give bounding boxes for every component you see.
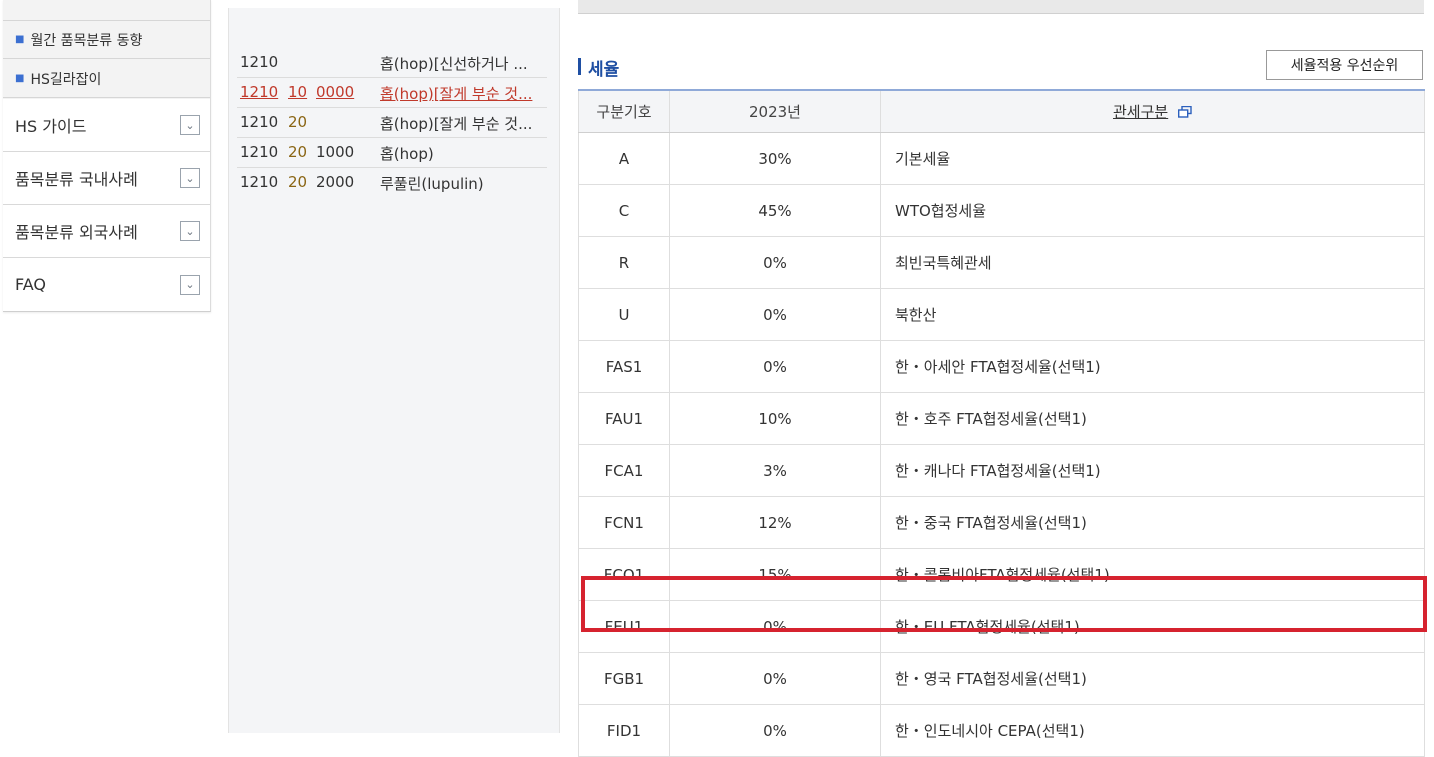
hs-list-item[interactable]: 1210 20 홉(hop)[잘게 부순 것... [237, 108, 547, 138]
sidebar-section-label: HS 가이드 [15, 117, 87, 136]
hs-code-sub: 20 [288, 113, 308, 131]
right-panel-top-bar [578, 0, 1424, 14]
sidebar-section-label: 품목분류 국내사례 [15, 170, 138, 189]
rate-value: 3% [669, 444, 881, 497]
hs-item-description: 홉(hop)[잘게 부순 것... [380, 85, 533, 103]
left-sidebar: ■ 월간 품목분류 동향 ■ HS길라잡이 HS 가이드 ⌄ 품목분류 국내사례… [3, 0, 211, 312]
hs-item-description: 루풀린(lupulin) [380, 175, 484, 193]
rate-value: 0% [669, 236, 881, 289]
rate-code: A [578, 132, 670, 185]
hs-code-detail: 2000 [316, 173, 355, 191]
rate-value: 45% [669, 184, 881, 237]
hs-item-description: 홉(hop)[신선하거나 ... [380, 55, 528, 73]
rate-value: 10% [669, 392, 881, 445]
table-row: FAU1 10% 한・호주 FTA협정세율(선택1) [578, 392, 1425, 445]
rate-description: 기본세율 [880, 132, 1425, 185]
table-row: U 0% 북한산 [578, 288, 1425, 341]
sidebar-section-label: FAQ [15, 275, 46, 294]
hs-code-heading: 1210 [240, 53, 279, 71]
sidebar-section-domestic-cases[interactable]: 품목분류 국내사례 ⌄ [3, 152, 210, 205]
rate-code: FAU1 [578, 392, 670, 445]
rate-description: 한・영국 FTA협정세율(선택1) [880, 652, 1425, 705]
table-row: FAS1 0% 한・아세안 FTA협정세율(선택1) [578, 340, 1425, 393]
table-row: R 0% 최빈국특혜관세 [578, 236, 1425, 289]
popup-window-icon[interactable] [1177, 104, 1192, 122]
rate-description: 최빈국특혜관세 [880, 236, 1425, 289]
sidebar-item-label: 월간 품목분류 동향 [30, 32, 143, 49]
sidebar-item-hs-guide-path[interactable]: ■ HS길라잡이 [3, 60, 210, 98]
rate-value: 30% [669, 132, 881, 185]
rate-code: FID1 [578, 704, 670, 757]
hs-code-sub: 20 [288, 173, 308, 191]
hs-list-item-active[interactable]: 1210 10 0000 홉(hop)[잘게 부순 것... [237, 78, 547, 108]
sidebar-section-hs-guide[interactable]: HS 가이드 ⌄ [3, 99, 210, 152]
sidebar-item-monthly-trend[interactable]: ■ 월간 품목분류 동향 [3, 21, 210, 59]
sidebar-section-label: 품목분류 외국사례 [15, 223, 138, 242]
rate-value: 0% [669, 288, 881, 341]
rate-code: FAS1 [578, 340, 670, 393]
rate-description: 한・캐나다 FTA협정세율(선택1) [880, 444, 1425, 497]
column-header-type[interactable]: 관세구분 [880, 90, 1425, 133]
hs-code-heading: 1210 [240, 83, 279, 101]
highlight-box [581, 576, 1427, 632]
rate-priority-button[interactable]: 세율적용 우선순위 [1266, 50, 1423, 80]
chevron-down-icon[interactable]: ⌄ [180, 221, 200, 241]
rate-code: R [578, 236, 670, 289]
rate-code: FCA1 [578, 444, 670, 497]
bullet-icon: ■ [15, 73, 25, 84]
rate-code: FCN1 [578, 496, 670, 549]
rate-code: C [578, 184, 670, 237]
chevron-down-icon[interactable]: ⌄ [180, 115, 200, 135]
table-header-row: 구분기호 2023년 관세구분 [578, 90, 1425, 133]
table-row: FGB1 0% 한・영국 FTA협정세율(선택1) [578, 652, 1425, 705]
rate-value: 0% [669, 704, 881, 757]
hs-code-detail: 1000 [316, 143, 355, 161]
rate-description: 한・호주 FTA협정세율(선택1) [880, 392, 1425, 445]
hs-code-detail: 0000 [316, 83, 355, 101]
rate-value: 12% [669, 496, 881, 549]
rate-description: 한・아세안 FTA협정세율(선택1) [880, 340, 1425, 393]
tariff-type-link[interactable]: 관세구분 [1113, 103, 1168, 121]
hs-list-item[interactable]: 1210 20 1000 홉(hop) [237, 138, 547, 168]
table-row: FID1 0% 한・인도네시아 CEPA(선택1) [578, 704, 1425, 757]
rate-code: U [578, 288, 670, 341]
column-header-code: 구분기호 [578, 90, 670, 133]
table-row: FCA1 3% 한・캐나다 FTA협정세율(선택1) [578, 444, 1425, 497]
chevron-down-icon[interactable]: ⌄ [180, 274, 200, 295]
rate-value: 0% [669, 652, 881, 705]
hs-code-sub: 20 [288, 143, 308, 161]
rate-description: 한・인도네시아 CEPA(선택1) [880, 704, 1425, 757]
sidebar-item-label: HS길라잡이 [30, 71, 102, 88]
rate-description: WTO협정세율 [880, 184, 1425, 237]
hs-code-heading: 1210 [240, 143, 279, 161]
rate-code: FGB1 [578, 652, 670, 705]
hs-item-description: 홉(hop) [380, 145, 434, 163]
table-row: C 45% WTO협정세율 [578, 184, 1425, 237]
chevron-down-icon[interactable]: ⌄ [180, 168, 200, 188]
tariff-rate-table: 구분기호 2023년 관세구분 A 30% 기본세율 C 45% WTO협정세율 [578, 89, 1425, 757]
column-header-year: 2023년 [669, 90, 881, 133]
rate-value: 0% [669, 340, 881, 393]
hs-code-heading: 1210 [240, 173, 279, 191]
hs-item-description: 홉(hop)[잘게 부순 것... [380, 115, 533, 133]
bullet-icon: ■ [15, 34, 25, 45]
sidebar-section-foreign-cases[interactable]: 품목분류 외국사례 ⌄ [3, 205, 210, 258]
rates-section-title: 세율 [578, 55, 619, 80]
table-row: A 30% 기본세율 [578, 132, 1425, 185]
table-row: FCN1 12% 한・중국 FTA협정세율(선택1) [578, 496, 1425, 549]
sidebar-section-faq[interactable]: FAQ ⌄ [3, 258, 210, 311]
hs-code-sub: 10 [288, 83, 308, 101]
hs-list-item[interactable]: 1210 홉(hop)[신선하거나 ... [237, 48, 547, 78]
rate-description: 한・중국 FTA협정세율(선택1) [880, 496, 1425, 549]
rate-description: 북한산 [880, 288, 1425, 341]
hs-code-heading: 1210 [240, 113, 279, 131]
hs-list-item[interactable]: 1210 20 2000 루풀린(lupulin) [237, 168, 547, 198]
hs-code-list-panel: 1210 홉(hop)[신선하거나 ... 1210 10 0000 홉(hop… [228, 8, 560, 733]
sidebar-top-divider [3, 0, 210, 21]
